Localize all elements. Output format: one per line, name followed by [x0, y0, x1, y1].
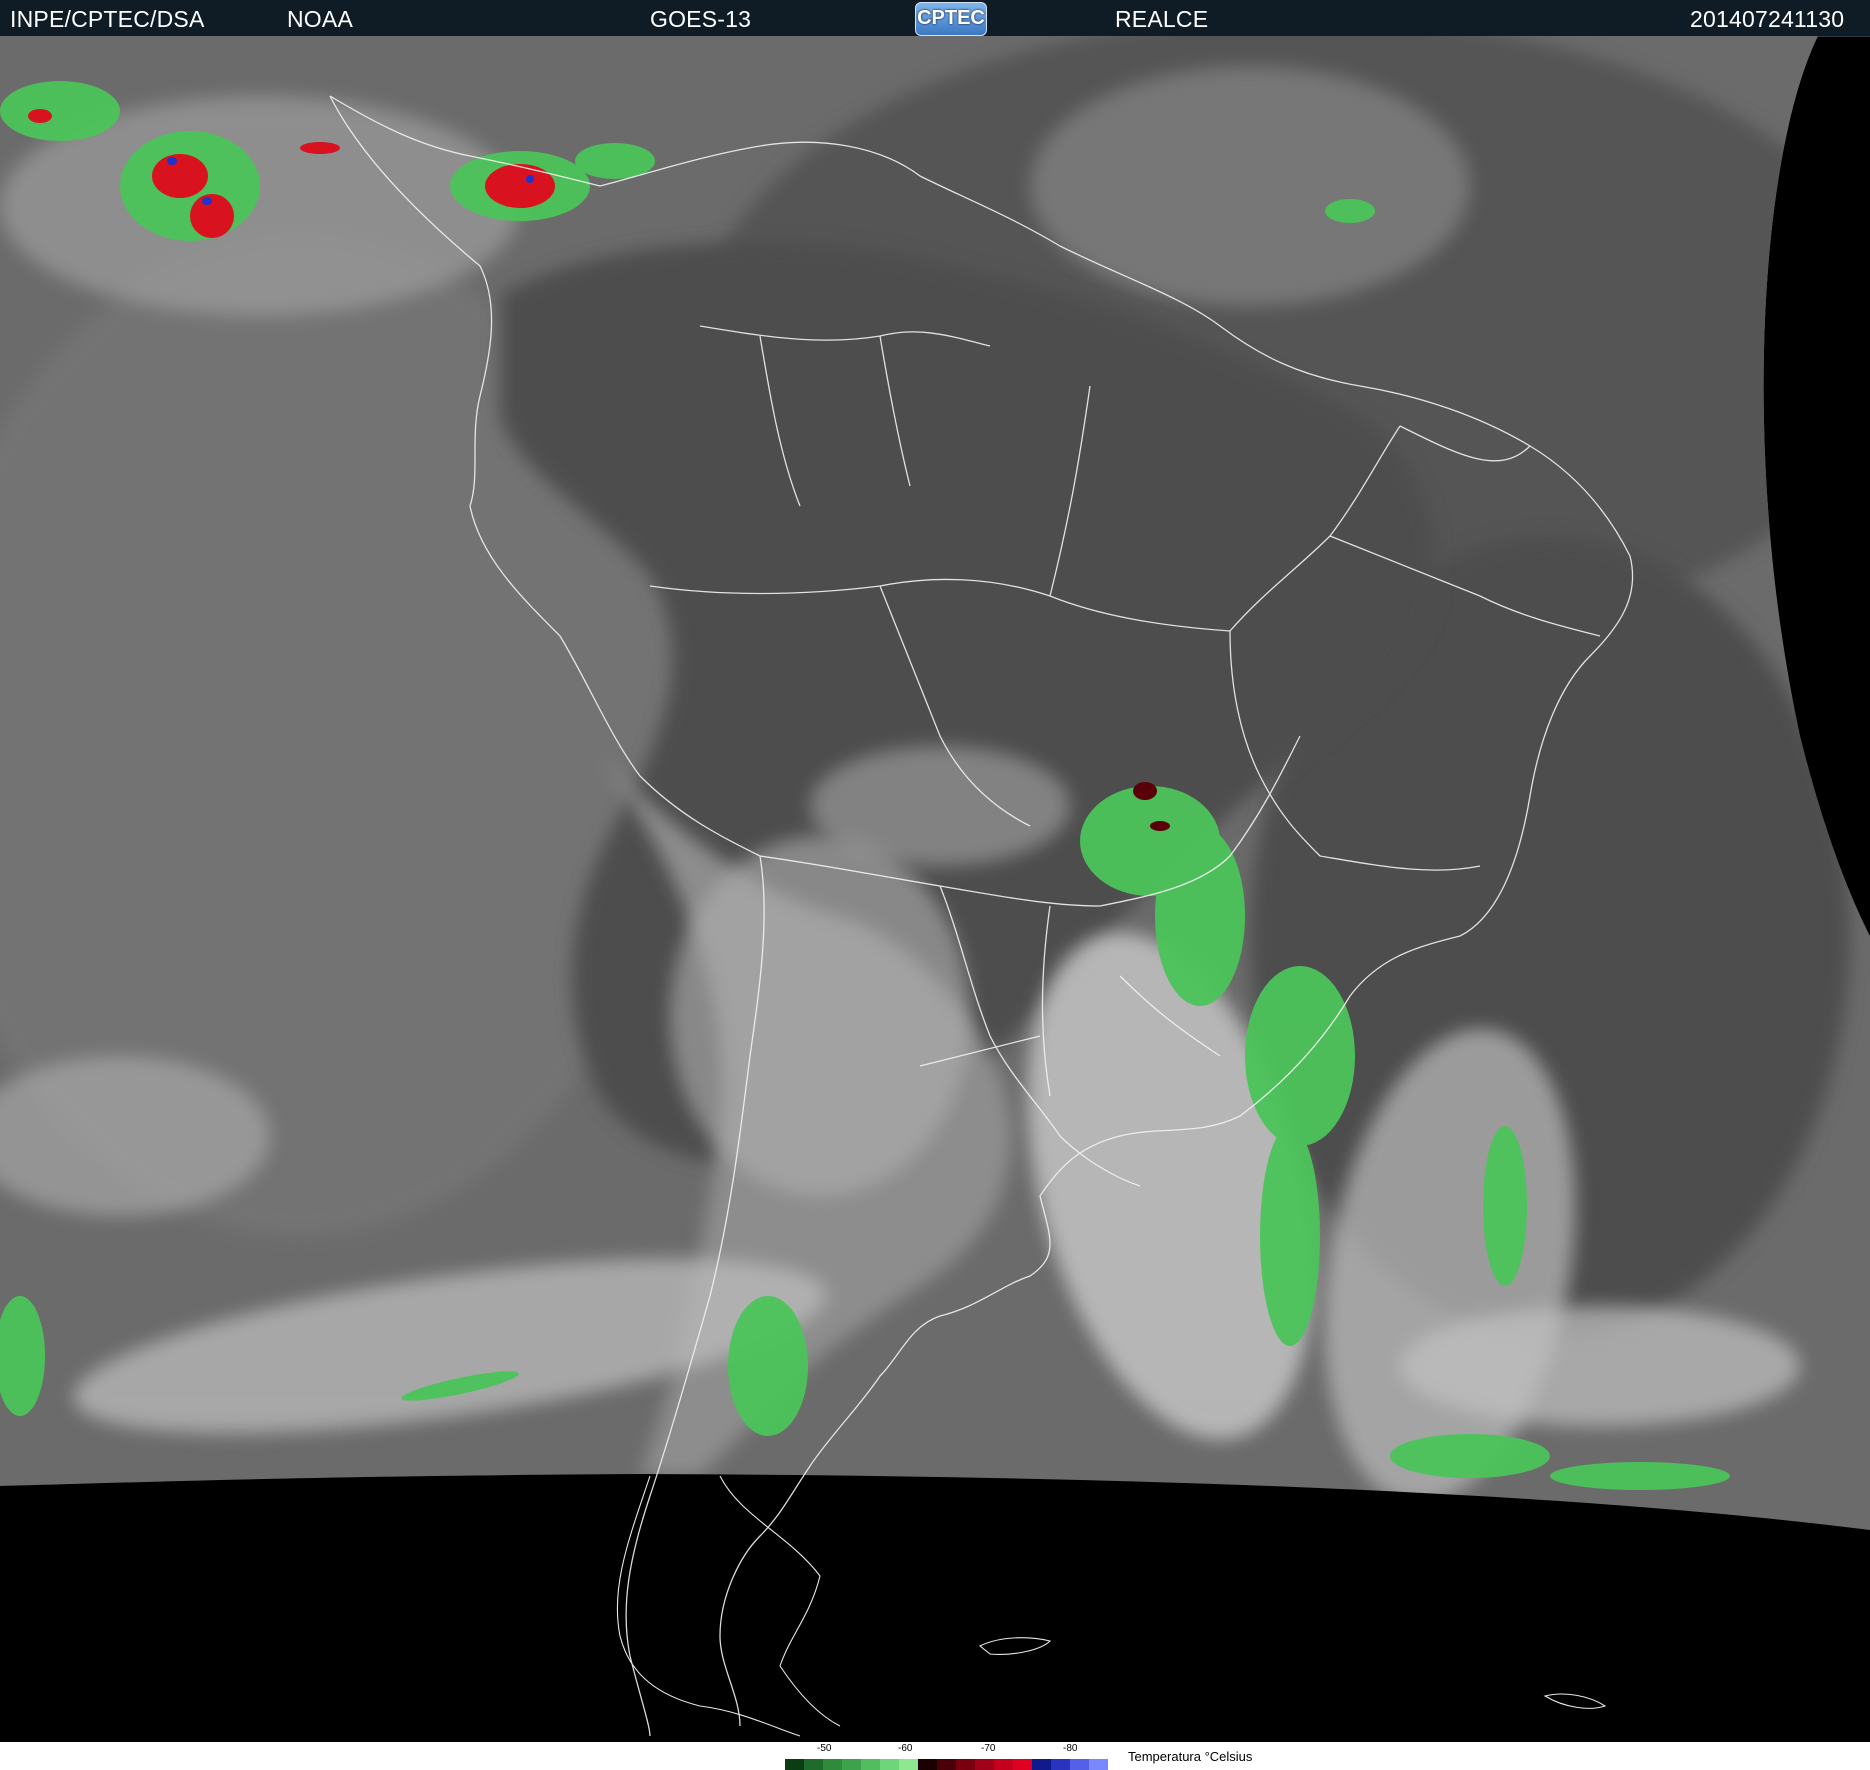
legend-swatch [823, 1759, 842, 1770]
product-label: REALCE [1115, 6, 1209, 32]
legend-swatch [842, 1759, 861, 1770]
legend-swatch [880, 1759, 899, 1770]
legend-swatch [1013, 1759, 1032, 1770]
source-label: INPE/CPTEC/DSA [10, 6, 205, 32]
legend-swatch [785, 1759, 804, 1770]
legend-swatch [899, 1759, 918, 1770]
legend-swatch [861, 1759, 880, 1770]
legend-swatch [1070, 1759, 1089, 1770]
legend-swatch [956, 1759, 975, 1770]
legend-tick: -50 [817, 1743, 832, 1754]
temperature-color-scale [785, 1759, 1108, 1770]
legend-swatch [1032, 1759, 1051, 1770]
legend-swatch [994, 1759, 1013, 1770]
legend-swatch [1089, 1759, 1108, 1770]
legend-footer: -50 -60 -70 -80 Temperatura °Celsius [0, 1742, 1870, 1770]
satellite-image [0, 36, 1870, 1737]
legend-swatch [1051, 1759, 1070, 1770]
legend-swatch [975, 1759, 994, 1770]
satellite-label: GOES-13 [650, 6, 752, 32]
header-bar: INPE/CPTEC/DSA NOAA GOES-13 CPTEC REALCE… [0, 0, 1870, 37]
legend-title: Temperatura °Celsius [1128, 1749, 1253, 1764]
legend-tick: -80 [1063, 1743, 1078, 1754]
legend-swatch [937, 1759, 956, 1770]
legend-tick: -70 [981, 1743, 996, 1754]
cptec-logo: CPTEC [915, 2, 987, 36]
agency-label: NOAA [287, 6, 353, 32]
legend-swatch [918, 1759, 937, 1770]
legend-tick: -60 [898, 1743, 913, 1754]
legend-swatch [804, 1759, 823, 1770]
timestamp-label: 201407241130 [1690, 6, 1845, 32]
